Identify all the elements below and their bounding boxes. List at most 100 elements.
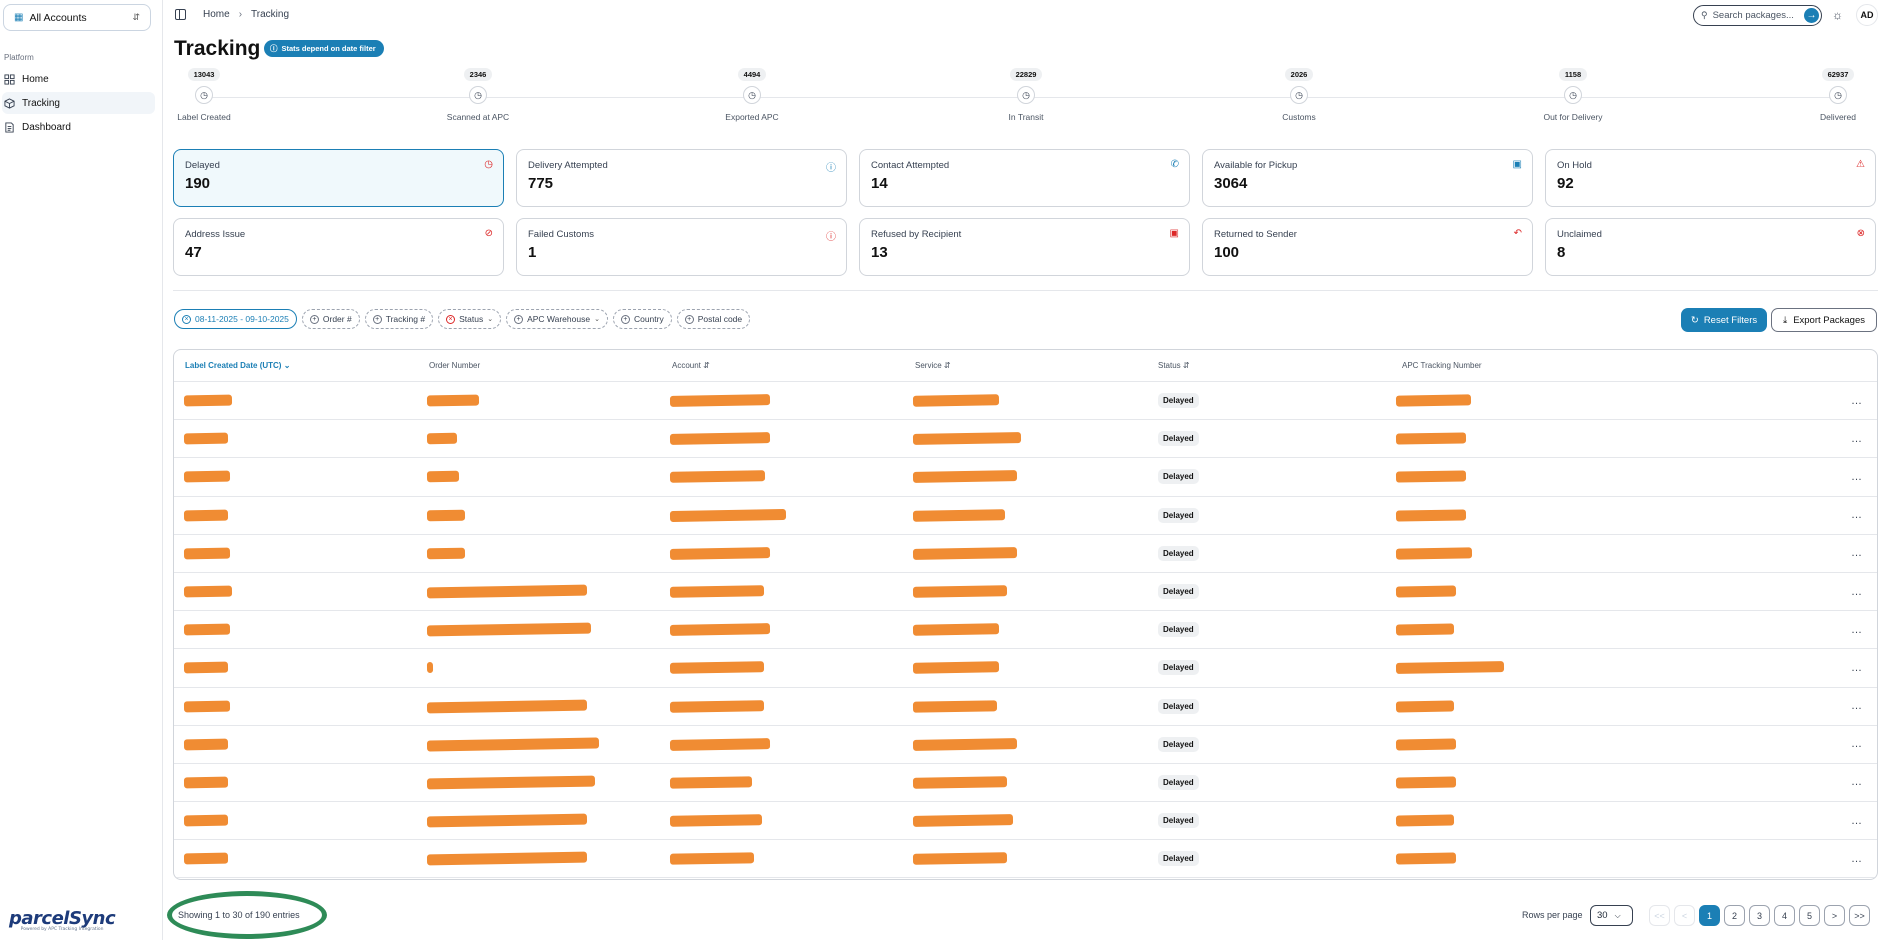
column-header-status[interactable]: Status ⇵ — [1158, 361, 1190, 370]
filter-status[interactable]: × Status ⌄ — [438, 309, 502, 329]
more-actions-icon[interactable]: … — [1851, 547, 1863, 559]
timeline-label: Out for Delivery — [1543, 112, 1603, 122]
timeline-step[interactable]: 2026 ◷ Customs — [1254, 68, 1344, 122]
more-actions-icon[interactable]: … — [1851, 509, 1863, 521]
sidebar-item-tracking[interactable]: Tracking — [2, 92, 155, 114]
last-page-button[interactable]: >> — [1849, 905, 1870, 926]
timeline-step[interactable]: 4494 ◷ Exported APC — [707, 68, 797, 122]
card-failed-customs[interactable]: Failed Customs 1 ⓘ — [516, 218, 847, 276]
page-button-2[interactable]: 2 — [1724, 905, 1745, 926]
sidebar-toggle-icon[interactable] — [175, 9, 186, 20]
timeline-step[interactable]: 13043 ◷ Label Created — [159, 68, 249, 122]
table-row[interactable]: Delayed… — [174, 535, 1877, 573]
card-returned-to-sender[interactable]: Returned to Sender 100 ↶ — [1202, 218, 1533, 276]
card-on-hold[interactable]: On Hold 92 ⚠ — [1545, 149, 1876, 207]
timeline-step[interactable]: 62937 ◷ Delivered — [1793, 68, 1883, 122]
redaction-mark — [669, 470, 766, 484]
table-row[interactable]: Delayed… — [174, 840, 1877, 879]
table-row[interactable]: Delayed … — [174, 726, 1877, 764]
more-actions-icon[interactable]: … — [1851, 395, 1863, 407]
next-page-button[interactable]: > — [1824, 905, 1845, 926]
status-badge: Delayed — [1158, 736, 1199, 752]
breadcrumb-home[interactable]: Home — [203, 9, 230, 20]
card-contact-attempted[interactable]: Contact Attempted 14 ✆ — [859, 149, 1190, 207]
prev-page-button[interactable]: < — [1674, 905, 1695, 926]
timeline-step[interactable]: 1158 ◷ Out for Delivery — [1528, 68, 1618, 122]
table-row[interactable]: Delayed… — [174, 688, 1877, 726]
more-actions-icon[interactable]: … — [1851, 776, 1863, 788]
avatar[interactable]: AD — [1856, 4, 1878, 26]
filter-tracking[interactable]: + Tracking # — [364, 309, 434, 329]
card-label: Unclaimed — [1557, 229, 1602, 240]
timeline-count: 22829 — [1009, 68, 1043, 81]
table-row[interactable]: Delayed… — [174, 802, 1877, 841]
more-actions-icon[interactable]: … — [1851, 624, 1863, 636]
table-row[interactable]: Delayed … — [174, 420, 1877, 459]
status-cell: Delayed — [1158, 431, 1199, 447]
search-submit-button[interactable]: → — [1804, 8, 1819, 23]
reset-filters-button[interactable]: ↻ Reset Filters — [1681, 308, 1767, 332]
clock-icon: ◷ — [195, 86, 213, 104]
page-button-1[interactable]: 1 — [1699, 905, 1720, 926]
table-row[interactable]: Delayed… — [174, 497, 1877, 535]
card-refused-by-recipient[interactable]: Refused by Recipient 13 ▣ — [859, 218, 1190, 276]
page-button-5[interactable]: 5 — [1799, 905, 1820, 926]
rows-per-page-select[interactable]: 30 ⌵ — [1590, 905, 1633, 926]
page-button-3[interactable]: 3 — [1749, 905, 1770, 926]
filter-postal-code[interactable]: + Postal code — [676, 309, 751, 329]
table-row[interactable]: Delayed… — [174, 382, 1877, 421]
sidebar-item-dashboard[interactable]: Dashboard — [2, 116, 155, 138]
table-row[interactable]: Delayed… — [174, 649, 1877, 688]
redaction-mark — [669, 623, 771, 637]
column-header-account[interactable]: Account ⇵ — [672, 361, 710, 370]
filter-warehouse[interactable]: + APC Warehouse ⌄ — [506, 309, 608, 329]
x-circle-icon[interactable]: × — [182, 314, 191, 324]
table-row[interactable]: Delayed… — [174, 764, 1877, 803]
redacted-account-cell — [669, 432, 771, 446]
redacted-account-cell — [669, 508, 787, 522]
more-actions-icon[interactable]: … — [1851, 586, 1863, 598]
table-row[interactable]: Delayed … — [174, 573, 1877, 612]
timeline-step[interactable]: 2346 ◷ Scanned at APC — [433, 68, 523, 122]
more-actions-icon[interactable]: … — [1851, 700, 1863, 712]
x-circle-icon[interactable]: × — [446, 314, 456, 324]
more-actions-icon[interactable]: … — [1851, 815, 1863, 827]
highlight-circle — [167, 891, 327, 939]
more-actions-icon[interactable]: … — [1851, 471, 1863, 483]
column-header-label-date[interactable]: Label Created Date (UTC) ⌄ — [185, 361, 290, 370]
more-actions-icon[interactable]: … — [1851, 662, 1863, 674]
card-label: On Hold — [1557, 160, 1592, 171]
timeline-step[interactable]: 22829 ◷ In Transit — [981, 68, 1071, 122]
redaction-mark — [669, 432, 771, 446]
card-address-issue[interactable]: Address Issue 47 ⊘ — [173, 218, 504, 276]
table-row[interactable]: Delayed… — [174, 458, 1877, 497]
sun-icon[interactable]: ☼ — [1832, 8, 1843, 22]
card-delayed[interactable]: Delayed 190 ◷ — [173, 149, 504, 207]
more-actions-icon[interactable]: … — [1851, 433, 1863, 445]
status-cell: Delayed — [1158, 584, 1199, 600]
page-button-4[interactable]: 4 — [1774, 905, 1795, 926]
sidebar-item-home[interactable]: Home — [2, 68, 155, 90]
export-packages-button[interactable]: ⤓ Export Packages — [1771, 308, 1877, 332]
redacted-tracking-cell — [1395, 547, 1473, 560]
more-actions-icon[interactable]: … — [1851, 738, 1863, 750]
filter-country[interactable]: + Country — [612, 309, 672, 329]
more-actions-icon[interactable]: … — [1851, 853, 1863, 865]
card-unclaimed[interactable]: Unclaimed 8 ⊗ — [1545, 218, 1876, 276]
filter-date-range[interactable]: × 08-11-2025 - 09-10-2025 — [174, 309, 297, 329]
card-delivery-attempted[interactable]: Delivery Attempted 775 ⓘ — [516, 149, 847, 207]
filter-order[interactable]: + Order # — [301, 309, 360, 329]
first-page-button[interactable]: << — [1649, 905, 1670, 926]
redaction-mark — [426, 509, 466, 521]
card-available-for-pickup[interactable]: Available for Pickup 3064 ▣ — [1202, 149, 1533, 207]
table-row[interactable]: Delayed… — [174, 611, 1877, 650]
card-label: Returned to Sender — [1214, 229, 1297, 240]
account-select[interactable]: ▦ All Accounts ⇵ — [3, 4, 151, 31]
search-input[interactable]: ⚲ Search packages... → — [1693, 5, 1822, 26]
timeline-label: Delivered — [1820, 112, 1856, 122]
sidebar-item-label: Dashboard — [22, 121, 71, 133]
card-label: Contact Attempted — [871, 160, 950, 171]
filter-warehouse-label: APC Warehouse — [527, 314, 591, 324]
redacted-date-cell — [183, 662, 229, 674]
column-header-service[interactable]: Service ⇵ — [915, 361, 951, 370]
